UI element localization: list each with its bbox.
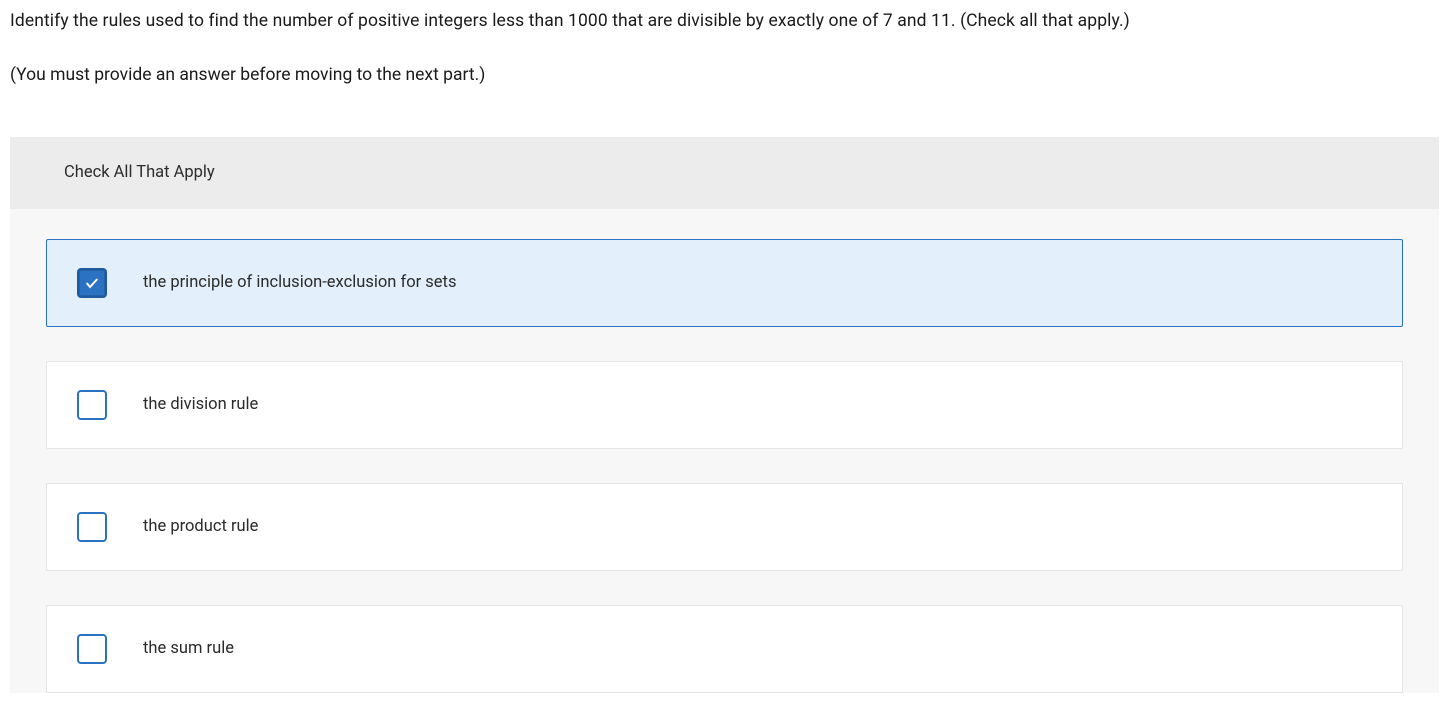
option-row[interactable]: the product rule	[46, 483, 1403, 571]
checkbox[interactable]	[77, 268, 107, 298]
answer-container: Check All That Apply the principle of in…	[10, 137, 1439, 694]
option-row[interactable]: the sum rule	[46, 605, 1403, 693]
option-row[interactable]: the division rule	[46, 361, 1403, 449]
checkbox[interactable]	[77, 512, 107, 542]
option-label: the division rule	[143, 393, 258, 418]
question-text: Identify the rules used to find the numb…	[10, 8, 1439, 34]
option-label: the principle of inclusion-exclusion for…	[143, 271, 456, 296]
option-label: the product rule	[143, 515, 258, 540]
option-row[interactable]: the principle of inclusion-exclusion for…	[46, 239, 1403, 327]
instruction-text: (You must provide an answer before movin…	[10, 62, 1439, 88]
checkbox[interactable]	[77, 390, 107, 420]
option-label: the sum rule	[143, 637, 234, 662]
options-list: the principle of inclusion-exclusion for…	[10, 209, 1439, 693]
check-icon	[84, 275, 100, 291]
checkbox[interactable]	[77, 634, 107, 664]
check-all-header: Check All That Apply	[10, 137, 1439, 210]
